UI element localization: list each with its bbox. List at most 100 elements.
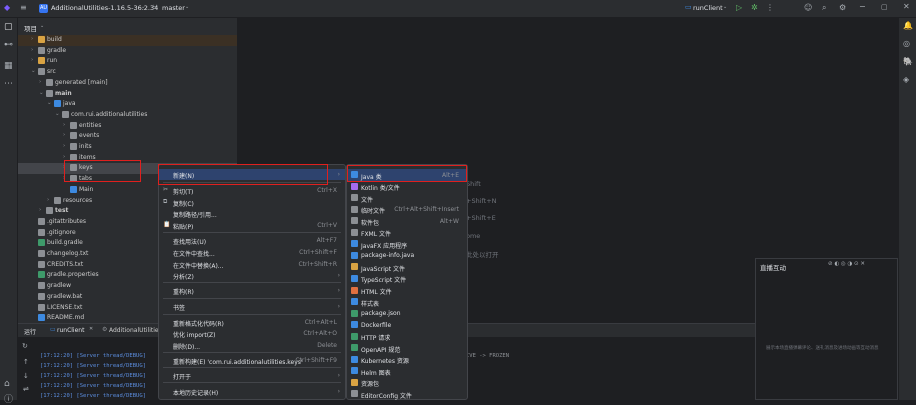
new-submenu-item[interactable]: HTTP 请求 (347, 331, 467, 342)
new-submenu-item[interactable]: 临时文件 Ctrl+Alt+Shift+Insert (347, 204, 467, 215)
app-logo-icon[interactable]: ◆ (4, 4, 10, 12)
new-submenu-item[interactable]: Kotlin 类/文件 (347, 181, 467, 192)
expand-arrow-icon[interactable]: ⌄ (55, 111, 60, 117)
new-submenu-item[interactable]: TypeScript 文件 (347, 273, 467, 284)
structure-tool-icon[interactable]: ▦ (4, 62, 13, 71)
expand-arrow-icon[interactable]: › (63, 122, 65, 128)
expand-arrow-icon[interactable]: › (39, 207, 41, 213)
context-menu-item[interactable]: 重构(R) › (159, 285, 345, 296)
chevron-down-icon[interactable]: ⌄ (141, 5, 145, 10)
rerun-icon[interactable]: ↻ (22, 343, 28, 350)
context-menu-item[interactable]: 查找用法(U) Alt+F7 (159, 235, 345, 246)
run-config-icon[interactable]: ▭ (685, 4, 692, 11)
project-tool-icon[interactable]: ▢ (4, 23, 13, 32)
context-menu-item[interactable]: 📋 粘贴(P) Ctrl+V (159, 220, 345, 232)
run-config[interactable]: runClient (693, 4, 723, 12)
live-panel-hint: 展示本场直播弹幕评论、送礼消息及进场动画等互动消息 (766, 346, 879, 351)
down-icon[interactable]: ↓ (23, 373, 29, 380)
new-submenu-item[interactable]: 样式表 (347, 296, 467, 308)
expand-arrow-icon[interactable]: › (39, 79, 41, 85)
tree-item[interactable]: › run (18, 56, 237, 67)
context-menu-item[interactable]: 在文件中替换(A)... Ctrl+Shift+R (159, 259, 345, 270)
expand-arrow-icon[interactable]: › (47, 197, 49, 203)
up-icon[interactable]: ↑ (23, 359, 29, 366)
tree-item[interactable]: › build (18, 35, 237, 46)
chevron-down-icon[interactable]: ⌄ (723, 5, 727, 10)
user-icon[interactable]: ☺ (804, 4, 812, 12)
expand-arrow-icon[interactable]: ⌄ (47, 100, 52, 106)
new-submenu-item[interactable]: OpenAPI 规范 (347, 342, 467, 354)
context-menu-item[interactable]: 删除(D)... Delete (159, 340, 345, 351)
tree-item[interactable]: ⌄ src (18, 67, 237, 78)
new-submenu-item[interactable]: Dockerfile (347, 319, 467, 331)
settings-icon[interactable]: ⚙ (839, 4, 846, 12)
chevron-down-icon[interactable]: ⌄ (185, 5, 189, 10)
new-submenu-item[interactable]: FXML 文件 (347, 227, 467, 238)
wrap-icon[interactable]: ⇌ (23, 386, 29, 393)
tab-runclient[interactable]: runClient (57, 327, 84, 334)
context-menu-item[interactable]: 本地历史记录(H) › (159, 386, 345, 397)
tab-additionalutilities[interactable]: AdditionalUtilities (109, 327, 162, 334)
new-submenu-item[interactable]: Helm 图表 (347, 365, 467, 377)
more-tools-icon[interactable]: ⋯ (4, 80, 13, 89)
context-menu-item[interactable]: 在文件中查找... Ctrl+Shift+F (159, 247, 345, 258)
gradle-icon[interactable]: 🐘 (903, 58, 913, 66)
expand-arrow-icon[interactable]: › (31, 57, 33, 63)
expand-arrow-icon[interactable]: › (63, 143, 65, 149)
branch-icon[interactable]: ⑂ (153, 4, 157, 11)
branch-name[interactable]: master (162, 4, 185, 12)
new-submenu-item[interactable]: 软件包 Alt+W (347, 215, 467, 227)
expand-arrow-icon[interactable]: ⌄ (31, 68, 36, 74)
new-submenu-item[interactable]: Kubernetes 资源 (347, 354, 467, 365)
folder-icon (62, 110, 69, 118)
expand-arrow-icon[interactable]: › (31, 47, 33, 53)
commit-tool-icon[interactable]: ⊷ (4, 41, 13, 50)
new-submenu-item[interactable]: 文件 (347, 192, 467, 204)
context-menu-item[interactable]: 复制路径/引用... (159, 208, 345, 219)
context-menu-item[interactable]: 优化 import(Z) Ctrl+Alt+O (159, 328, 345, 339)
context-menu-item[interactable]: 打开于 › (159, 370, 345, 381)
window-controls-icon[interactable]: ⊘ ◐ ◎ ◑ ⊙ ✕ (828, 261, 865, 268)
context-menu-item[interactable]: 重新格式化代码(R) Ctrl+Alt+L (159, 317, 345, 328)
new-submenu-item[interactable]: 资源包 (347, 377, 467, 388)
notifications-icon[interactable]: 🔔 (903, 22, 913, 30)
tree-item[interactable]: ⌄ com.rui.additionalutilities (18, 110, 237, 121)
context-menu-item[interactable]: ✂ 剪切(T) Ctrl+X (159, 185, 345, 197)
new-submenu-item[interactable]: package.json (347, 308, 467, 320)
run-icon[interactable]: ▷ (736, 4, 742, 12)
debug-icon[interactable]: ✲ (751, 4, 758, 12)
new-submenu-item[interactable]: package-info.java (347, 250, 467, 262)
minimize-icon[interactable]: − (859, 3, 866, 11)
tree-item[interactable]: › gradle (18, 46, 237, 57)
database-icon[interactable]: ◈ (903, 76, 909, 84)
tree-item[interactable]: › events (18, 131, 237, 142)
search-icon[interactable]: ⌕ (822, 4, 826, 12)
expand-arrow-icon[interactable]: › (63, 154, 65, 160)
main-menu-icon[interactable]: ≡ (20, 4, 27, 12)
tree-item[interactable]: ⌄ main (18, 89, 237, 100)
terminal-tool-icon[interactable]: ⌂ (4, 380, 10, 389)
context-menu-item[interactable]: 重新构建(E) 'com.rui.additionalutilities.key… (159, 355, 345, 366)
context-menu-item[interactable]: ⧉ 复制(C) (159, 197, 345, 209)
context-menu-item[interactable]: 分析(Z) › (159, 270, 345, 281)
tree-item[interactable]: ⌄ java (18, 99, 237, 110)
tree-item[interactable]: › inits (18, 142, 237, 153)
expand-arrow-icon[interactable]: › (63, 132, 65, 138)
new-submenu-item[interactable]: JavaFX 应用程序 (347, 238, 467, 250)
tree-item[interactable]: › generated [main] (18, 78, 237, 89)
problems-tool-icon[interactable]: ⓘ (4, 396, 13, 405)
close-icon[interactable]: ✕ (903, 3, 910, 11)
maximize-icon[interactable]: ▢ (881, 4, 888, 11)
expand-arrow-icon[interactable]: › (31, 36, 33, 42)
more-icon[interactable]: ⋮ (766, 4, 774, 12)
context-menu-item[interactable]: 书签 › (159, 301, 345, 312)
ai-assistant-icon[interactable]: ◎ (903, 40, 910, 48)
chevron-right-icon: › (337, 272, 340, 279)
new-submenu-item[interactable]: EditorConfig 文件 (347, 388, 467, 400)
expand-arrow-icon[interactable]: ⌄ (39, 90, 44, 96)
new-submenu-item[interactable]: JavaScript 文件 (347, 261, 467, 273)
close-icon[interactable]: ✕ (89, 327, 93, 332)
new-submenu-item[interactable]: HTML 文件 (347, 285, 467, 296)
chevron-down-icon[interactable]: ⌄ (40, 24, 44, 29)
tree-item[interactable]: › entities (18, 121, 237, 132)
